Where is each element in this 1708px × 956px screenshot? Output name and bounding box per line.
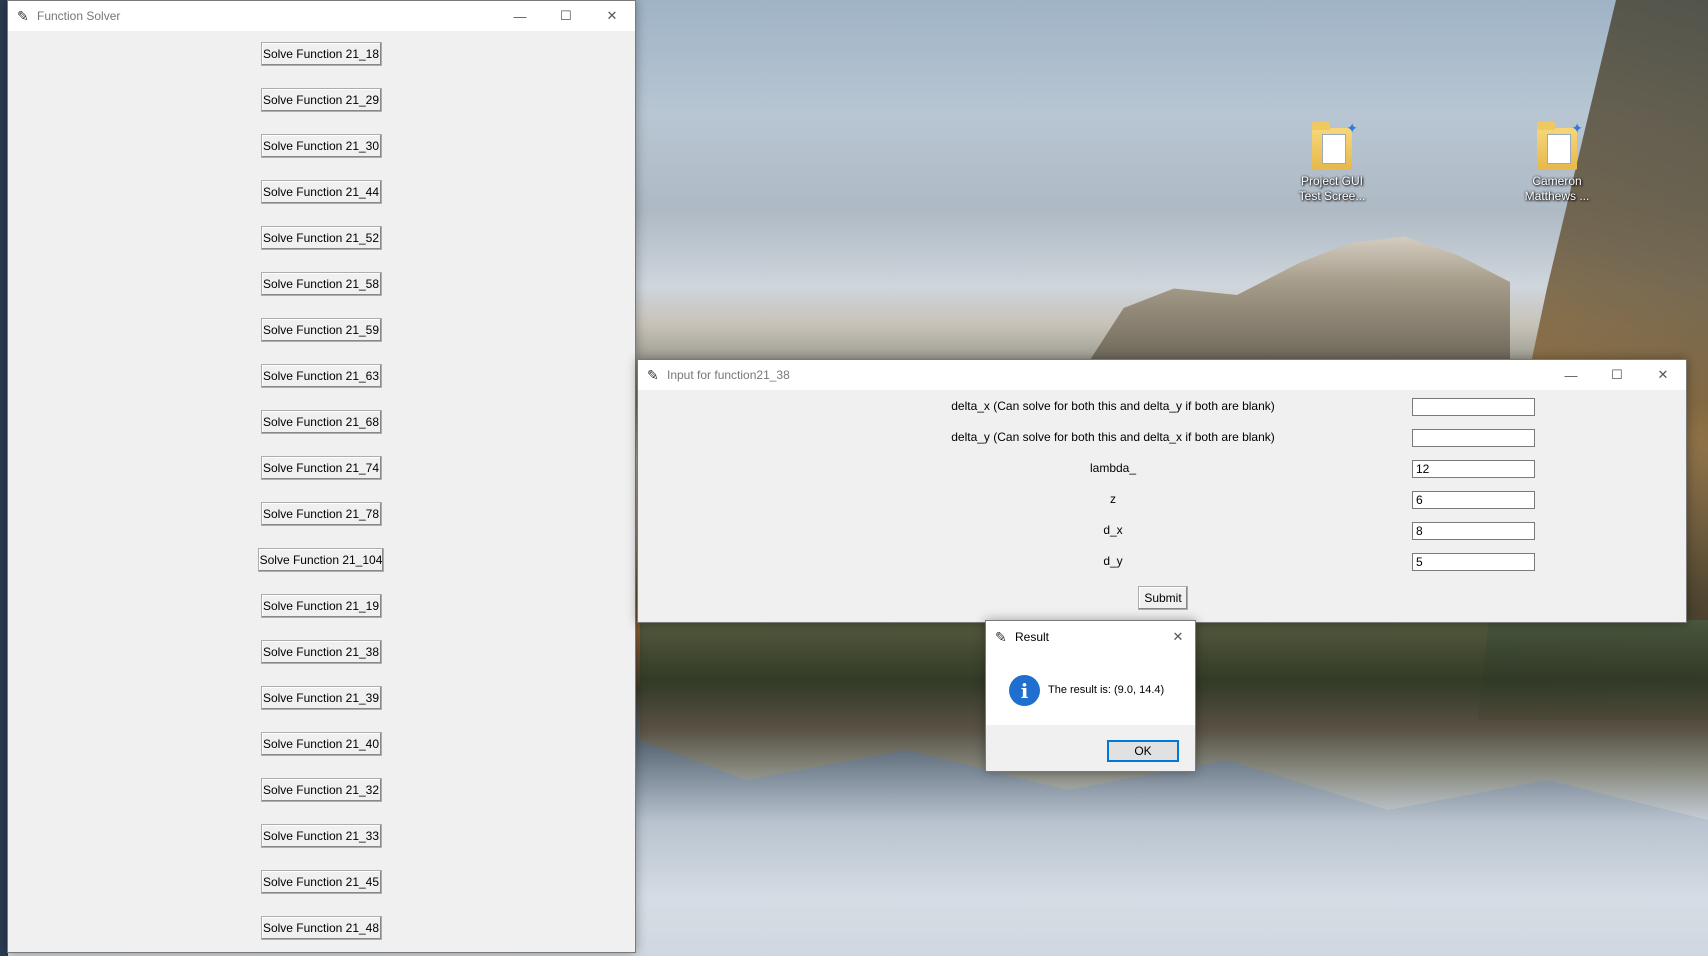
solve-function-button[interactable]: Solve Function 21_39 [260,686,382,710]
tk-feather-icon: ✎ [647,367,659,383]
minimize-button[interactable]: — [497,1,543,31]
close-button[interactable]: ✕ [1640,360,1686,390]
desktop-icon-cameron-matthews[interactable]: ✦ Cameron Matthews ... [1507,120,1607,204]
solve-function-button[interactable]: Solve Function 21_44 [260,180,382,204]
input-window: ✎ Input for function21_38 — ☐ ✕ delta_x … [637,359,1687,623]
close-button[interactable]: ✕ [589,1,635,31]
tk-feather-icon: ✎ [17,8,29,24]
title-bar[interactable]: ✎ Function Solver — ☐ ✕ [8,1,635,31]
field-input[interactable] [1412,522,1535,540]
solve-function-button[interactable]: Solve Function 21_68 [260,410,382,434]
solve-function-button[interactable]: Solve Function 21_19 [260,594,382,618]
window-title: Function Solver [37,9,121,23]
solve-function-button[interactable]: Solve Function 21_48 [260,916,382,940]
solve-function-button[interactable]: Solve Function 21_59 [260,318,382,342]
field-input[interactable] [1412,491,1535,509]
field-label: d_y [1103,554,1123,568]
field-input[interactable] [1412,460,1535,478]
solve-function-button[interactable]: Solve Function 21_40 [260,732,382,756]
field-label: lambda_ [1089,461,1137,475]
solve-function-button[interactable]: Solve Function 21_52 [260,226,382,250]
field-input[interactable] [1412,553,1535,571]
desktop-icon-project-gui[interactable]: ✦ Project GUI Test Scree... [1282,120,1382,204]
solve-function-button[interactable]: Solve Function 21_78 [260,502,382,526]
folder-icon: ✦ [1537,120,1583,170]
minimize-button[interactable]: — [1548,360,1594,390]
folder-icon: ✦ [1312,120,1358,170]
desktop-icon-label: Cameron Matthews ... [1524,174,1590,203]
solve-function-button[interactable]: Solve Function 21_32 [260,778,382,802]
solve-function-button[interactable]: Solve Function 21_30 [260,134,382,158]
field-label: d_x [1103,523,1123,537]
sync-icon: ✦ [1571,120,1583,136]
solve-function-button[interactable]: Solve Function 21_18 [260,42,382,66]
solve-function-button[interactable]: Solve Function 21_45 [260,870,382,894]
title-bar[interactable]: ✎ Result ✕ [986,621,1195,653]
result-message: The result is: (9.0, 14.4) [1048,684,1165,696]
field-input[interactable] [1412,429,1535,447]
title-bar[interactable]: ✎ Input for function21_38 — ☐ ✕ [638,360,1686,390]
result-dialog: ✎ Result ✕ i The result is: (9.0, 14.4) … [985,620,1196,772]
solve-function-button[interactable]: Solve Function 21_74 [260,456,382,480]
field-label: delta_y (Can solve for both this and del… [951,430,1275,444]
dialog-message-area: i The result is: (9.0, 14.4) [986,653,1195,725]
submit-button[interactable]: Submit [1138,586,1188,610]
function-solver-window: ✎ Function Solver — ☐ ✕ Solve Function 2… [7,0,636,953]
ok-button[interactable]: OK [1107,740,1179,762]
field-label: z [1110,492,1116,506]
desktop-icon-label: Project GUI Test Scree... [1298,174,1366,203]
sync-icon: ✦ [1346,120,1358,136]
close-button[interactable]: ✕ [1161,621,1195,653]
mountain-scenery [1090,236,1510,360]
tk-feather-icon: ✎ [995,629,1007,645]
info-icon: i [1009,675,1040,706]
solve-function-button[interactable]: Solve Function 21_29 [260,88,382,112]
field-label: delta_x (Can solve for both this and del… [951,399,1275,413]
solve-function-button[interactable]: Solve Function 21_38 [260,640,382,664]
solve-function-button[interactable]: Solve Function 21_58 [260,272,382,296]
solve-function-button[interactable]: Solve Function 21_63 [260,364,382,388]
dialog-title: Result [1015,630,1050,644]
solve-function-button[interactable]: Solve Function 21_33 [260,824,382,848]
maximize-button[interactable]: ☐ [543,1,589,31]
field-input[interactable] [1412,398,1535,416]
maximize-button[interactable]: ☐ [1594,360,1640,390]
window-title: Input for function21_38 [667,368,790,382]
solve-function-button[interactable]: Solve Function 21_104 [258,548,384,572]
